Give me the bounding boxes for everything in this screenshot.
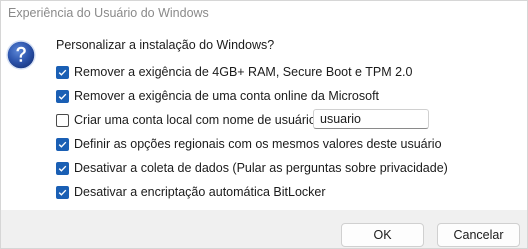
option-label: Desativar a coleta de dados (Pular as pe… — [74, 161, 448, 175]
question-icon — [5, 39, 37, 71]
option-remove-hw-requirements[interactable]: Remover a exigência de 4GB+ RAM, Secure … — [56, 64, 412, 80]
dialog-content: Personalizar a instalação do Windows? Re… — [1, 27, 527, 210]
checkbox-create-local-account[interactable] — [56, 113, 69, 127]
dialog-window: Experiência do Usuário do Windows Person… — [0, 0, 528, 249]
option-label: Definir as opções regionais com os mesmo… — [74, 137, 442, 151]
option-label: Desativar a encriptação automática BitLo… — [74, 185, 326, 199]
dialog-footer: OK Cancelar — [1, 210, 527, 248]
checkbox-regional-settings[interactable] — [56, 137, 69, 151]
checkbox-disable-bitlocker[interactable] — [56, 185, 69, 199]
checkbox-remove-online-account[interactable] — [56, 89, 69, 103]
cancel-button[interactable]: Cancelar — [437, 223, 520, 247]
option-label: Remover a exigência de uma conta online … — [74, 89, 380, 103]
username-input[interactable] — [313, 109, 429, 129]
option-regional-settings[interactable]: Definir as opções regionais com os mesmo… — [56, 136, 442, 152]
option-label: Criar uma conta local com nome de usuári… — [74, 113, 320, 127]
checkbox-disable-data-collection[interactable] — [56, 161, 69, 175]
option-disable-data-collection[interactable]: Desativar a coleta de dados (Pular as pe… — [56, 160, 448, 176]
option-label: Remover a exigência de 4GB+ RAM, Secure … — [74, 65, 413, 79]
window-title: Experiência do Usuário do Windows — [8, 6, 209, 20]
option-remove-online-account[interactable]: Remover a exigência de uma conta online … — [56, 88, 379, 104]
option-disable-bitlocker[interactable]: Desativar a encriptação automática BitLo… — [56, 184, 326, 200]
option-create-local-account[interactable]: Criar uma conta local com nome de usuári… — [56, 112, 319, 128]
checkbox-remove-hw-requirements[interactable] — [56, 65, 69, 79]
dialog-prompt: Personalizar a instalação do Windows? — [56, 38, 275, 52]
ok-button[interactable]: OK — [341, 223, 424, 247]
title-bar[interactable]: Experiência do Usuário do Windows — [1, 1, 527, 27]
